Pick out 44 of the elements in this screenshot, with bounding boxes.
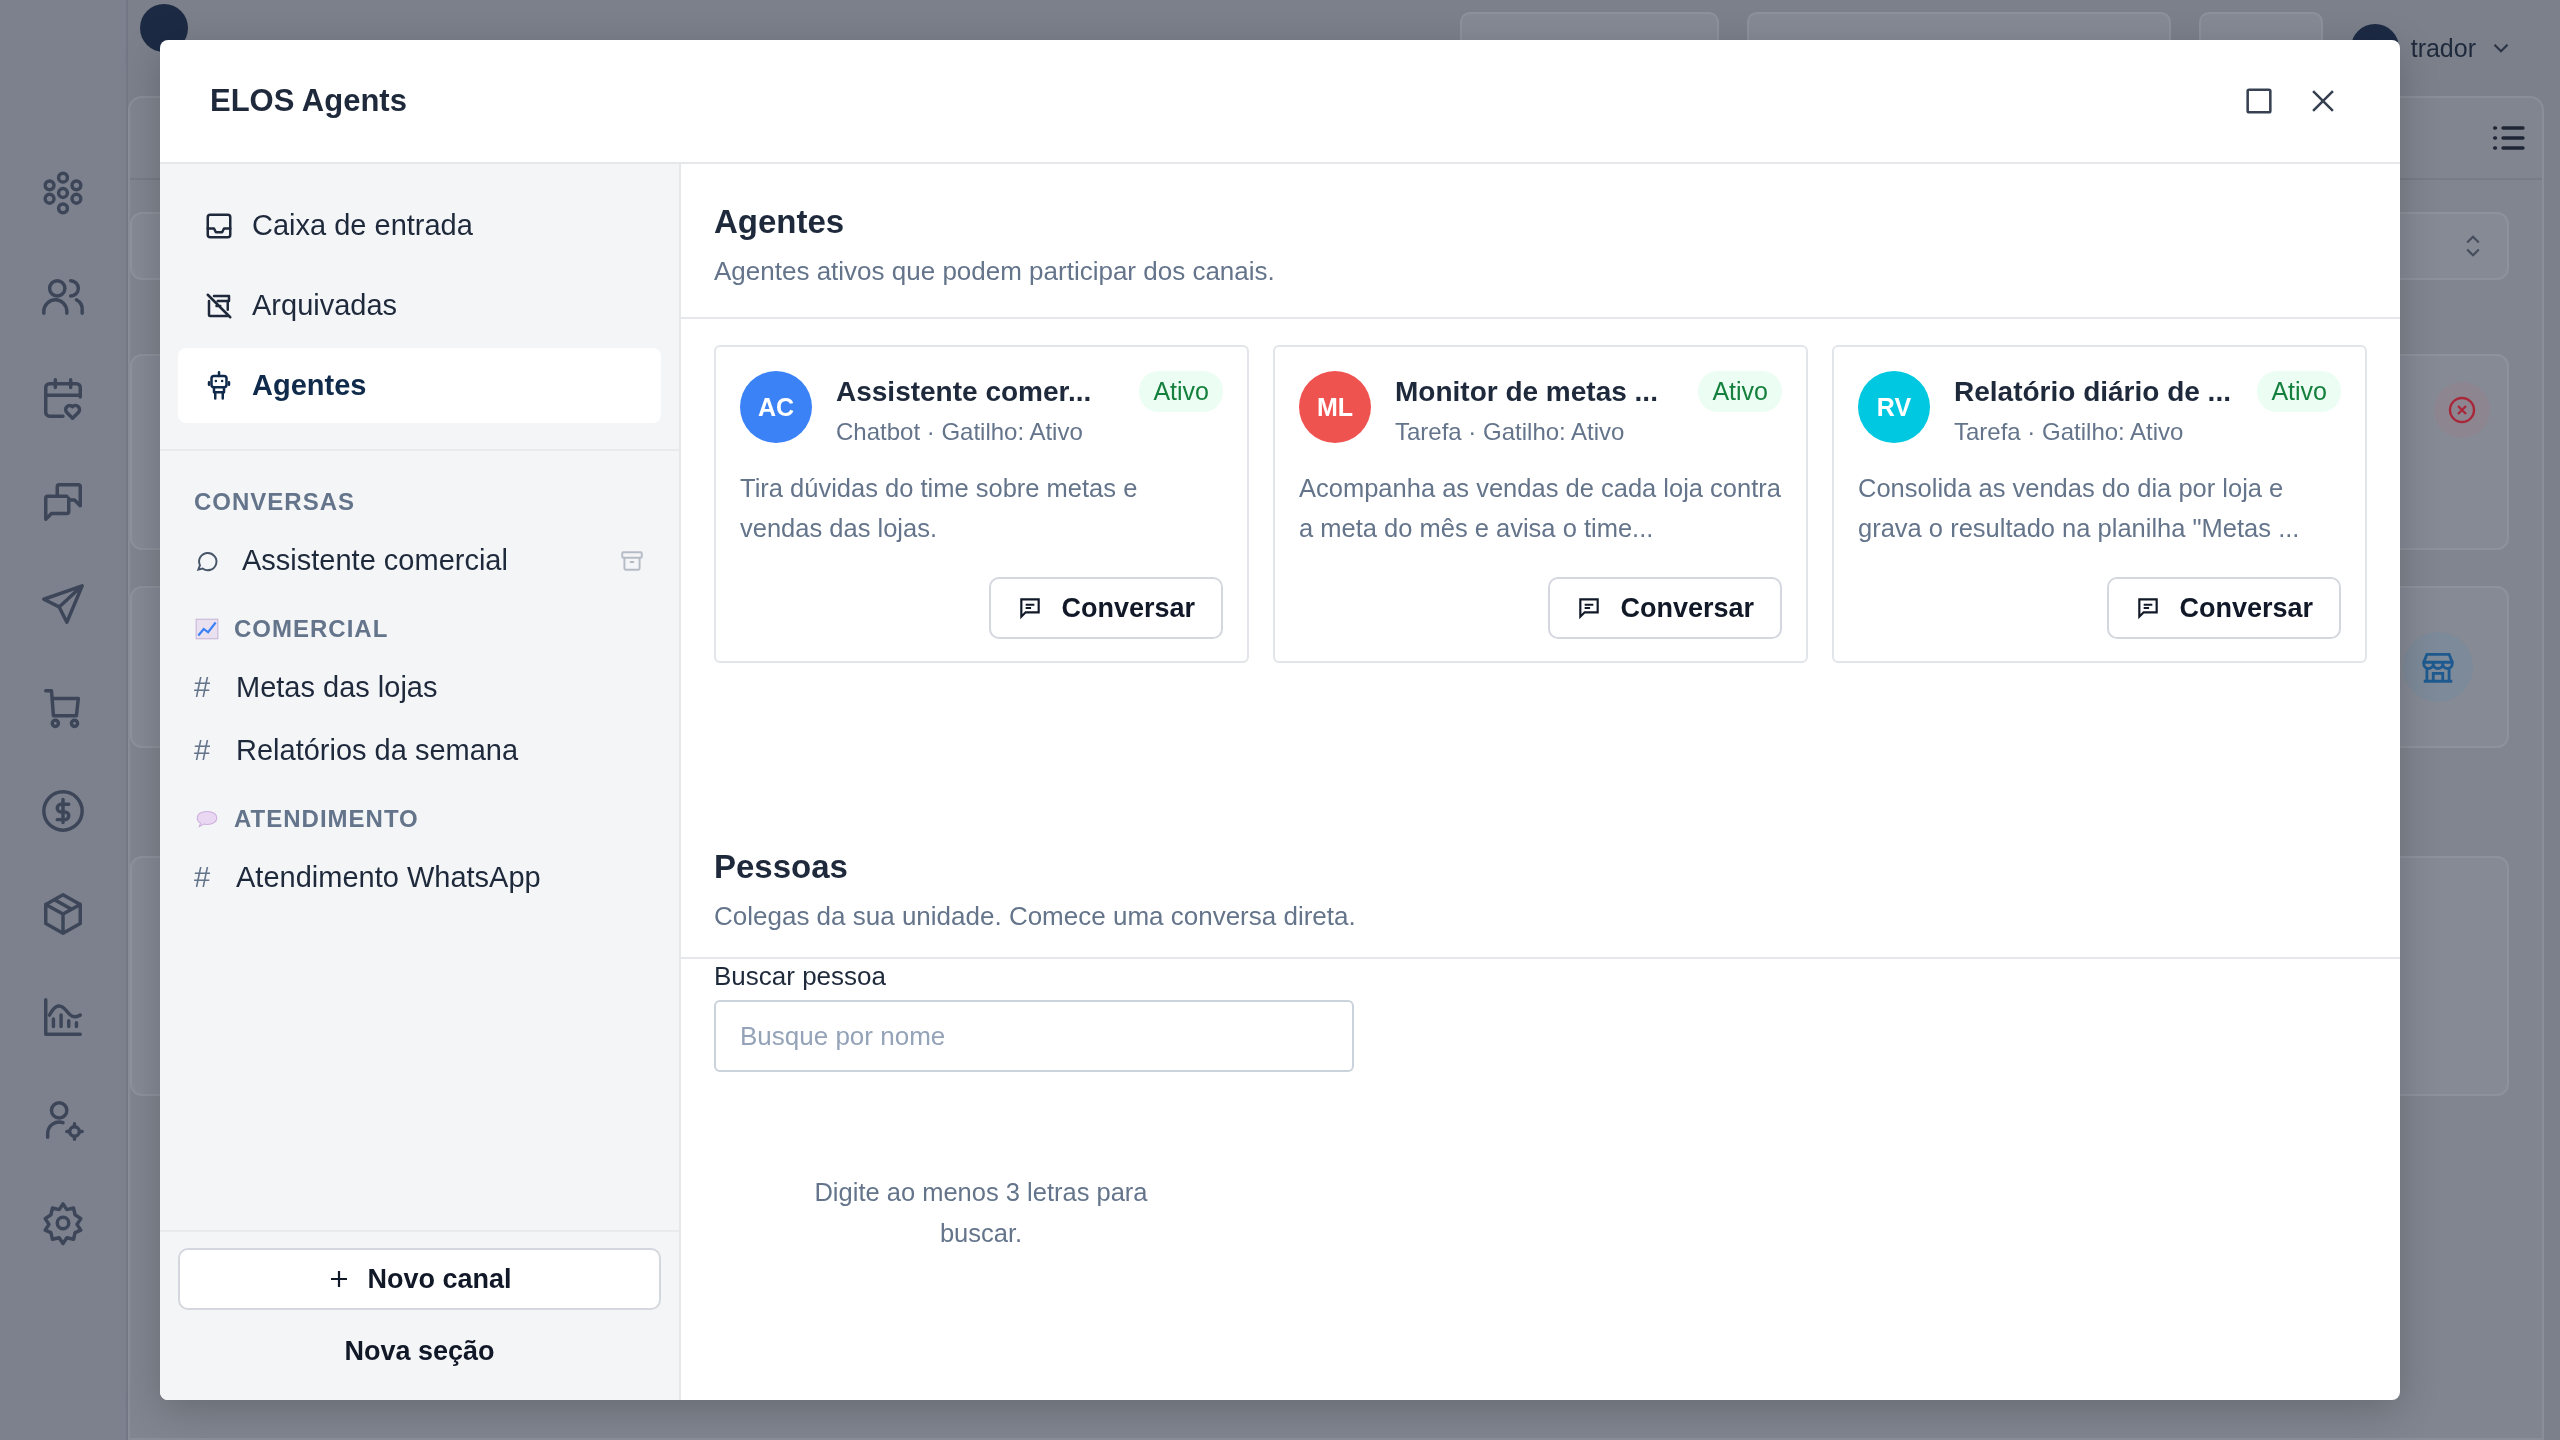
agent-avatar: AC <box>740 371 812 443</box>
section-heading: CONVERSAS <box>194 488 356 516</box>
section-subtitle: Colegas da sua unidade. Comece uma conversa direta. <box>714 901 1357 932</box>
archive-off-icon <box>204 290 234 321</box>
new-section-link[interactable]: Nova seção <box>344 1336 495 1367</box>
agent-meta: Chatbot · Gatilho: Ativo <box>836 418 1084 446</box>
status-badge: Ativo <box>1698 371 1782 412</box>
chat-button[interactable]: Conversar <box>2107 577 2341 639</box>
nav-item[interactable]: Agentes <box>178 348 661 423</box>
chat-button[interactable]: Conversar <box>1548 577 1782 639</box>
search-field[interactable]: Busque por nome <box>714 1000 1354 1072</box>
network-icon[interactable] <box>40 170 86 216</box>
conversation-item[interactable]: Assistente comercial <box>178 529 661 592</box>
chat-button[interactable]: Conversar <box>989 577 1223 639</box>
agent-avatar: RV <box>1858 371 1930 443</box>
agent-name: Relatório diário de ... <box>1954 375 2231 408</box>
agent-description: Tira dúvidas do time sobre metas e vendas das lojas. <box>740 473 1139 544</box>
agent-avatar: ML <box>1299 371 1371 443</box>
new-channel-button[interactable]: Novo canal <box>178 1248 661 1310</box>
settings-icon[interactable] <box>40 1200 86 1246</box>
agent-name: Monitor de metas ... <box>1395 375 1658 408</box>
group-heading: ATENDIMENTO <box>234 805 419 833</box>
nav-item[interactable]: Arquivadas <box>178 268 661 343</box>
user-name[interactable]: trador <box>2410 33 2476 63</box>
dollar-icon[interactable] <box>40 788 86 834</box>
channel-item[interactable]: # Relatórios da semana <box>178 719 661 782</box>
agent-description: Acompanha as vendas de cada loja contra a meta do mês e avisa o time... <box>1299 473 1782 544</box>
agent-description: Consolida as vendas do dia por loja e grava o resultado na planilha "Metas ... <box>1858 473 2301 544</box>
hint-text: Digite ao menos 3 letras para buscar. <box>813 1177 1149 1249</box>
section-title: Agentes <box>714 202 846 242</box>
section-title: Pessoas <box>714 847 849 887</box>
channel-item[interactable]: # Atendimento WhatsApp <box>178 846 661 909</box>
nav-item[interactable]: Caixa de entrada <box>178 188 661 263</box>
group-heading: COMERCIAL <box>234 615 389 643</box>
agent-meta: Tarefa · Gatilho: Ativo <box>1954 418 2185 446</box>
agent-name: Assistente comer... <box>836 375 1092 408</box>
status-badge: Ativo <box>2257 371 2341 412</box>
field-label: Buscar pessoa <box>714 961 887 992</box>
status-badge: Ativo <box>1139 371 1223 412</box>
agent-meta: Tarefa · Gatilho: Ativo <box>1395 418 1626 446</box>
channel-item[interactable]: # Metas das lojas <box>178 656 661 719</box>
dialog-title: ELOS Agents <box>210 83 407 119</box>
chart-icon <box>194 616 220 642</box>
section-subtitle: Agentes ativos que podem participar dos canais. <box>714 256 1276 287</box>
